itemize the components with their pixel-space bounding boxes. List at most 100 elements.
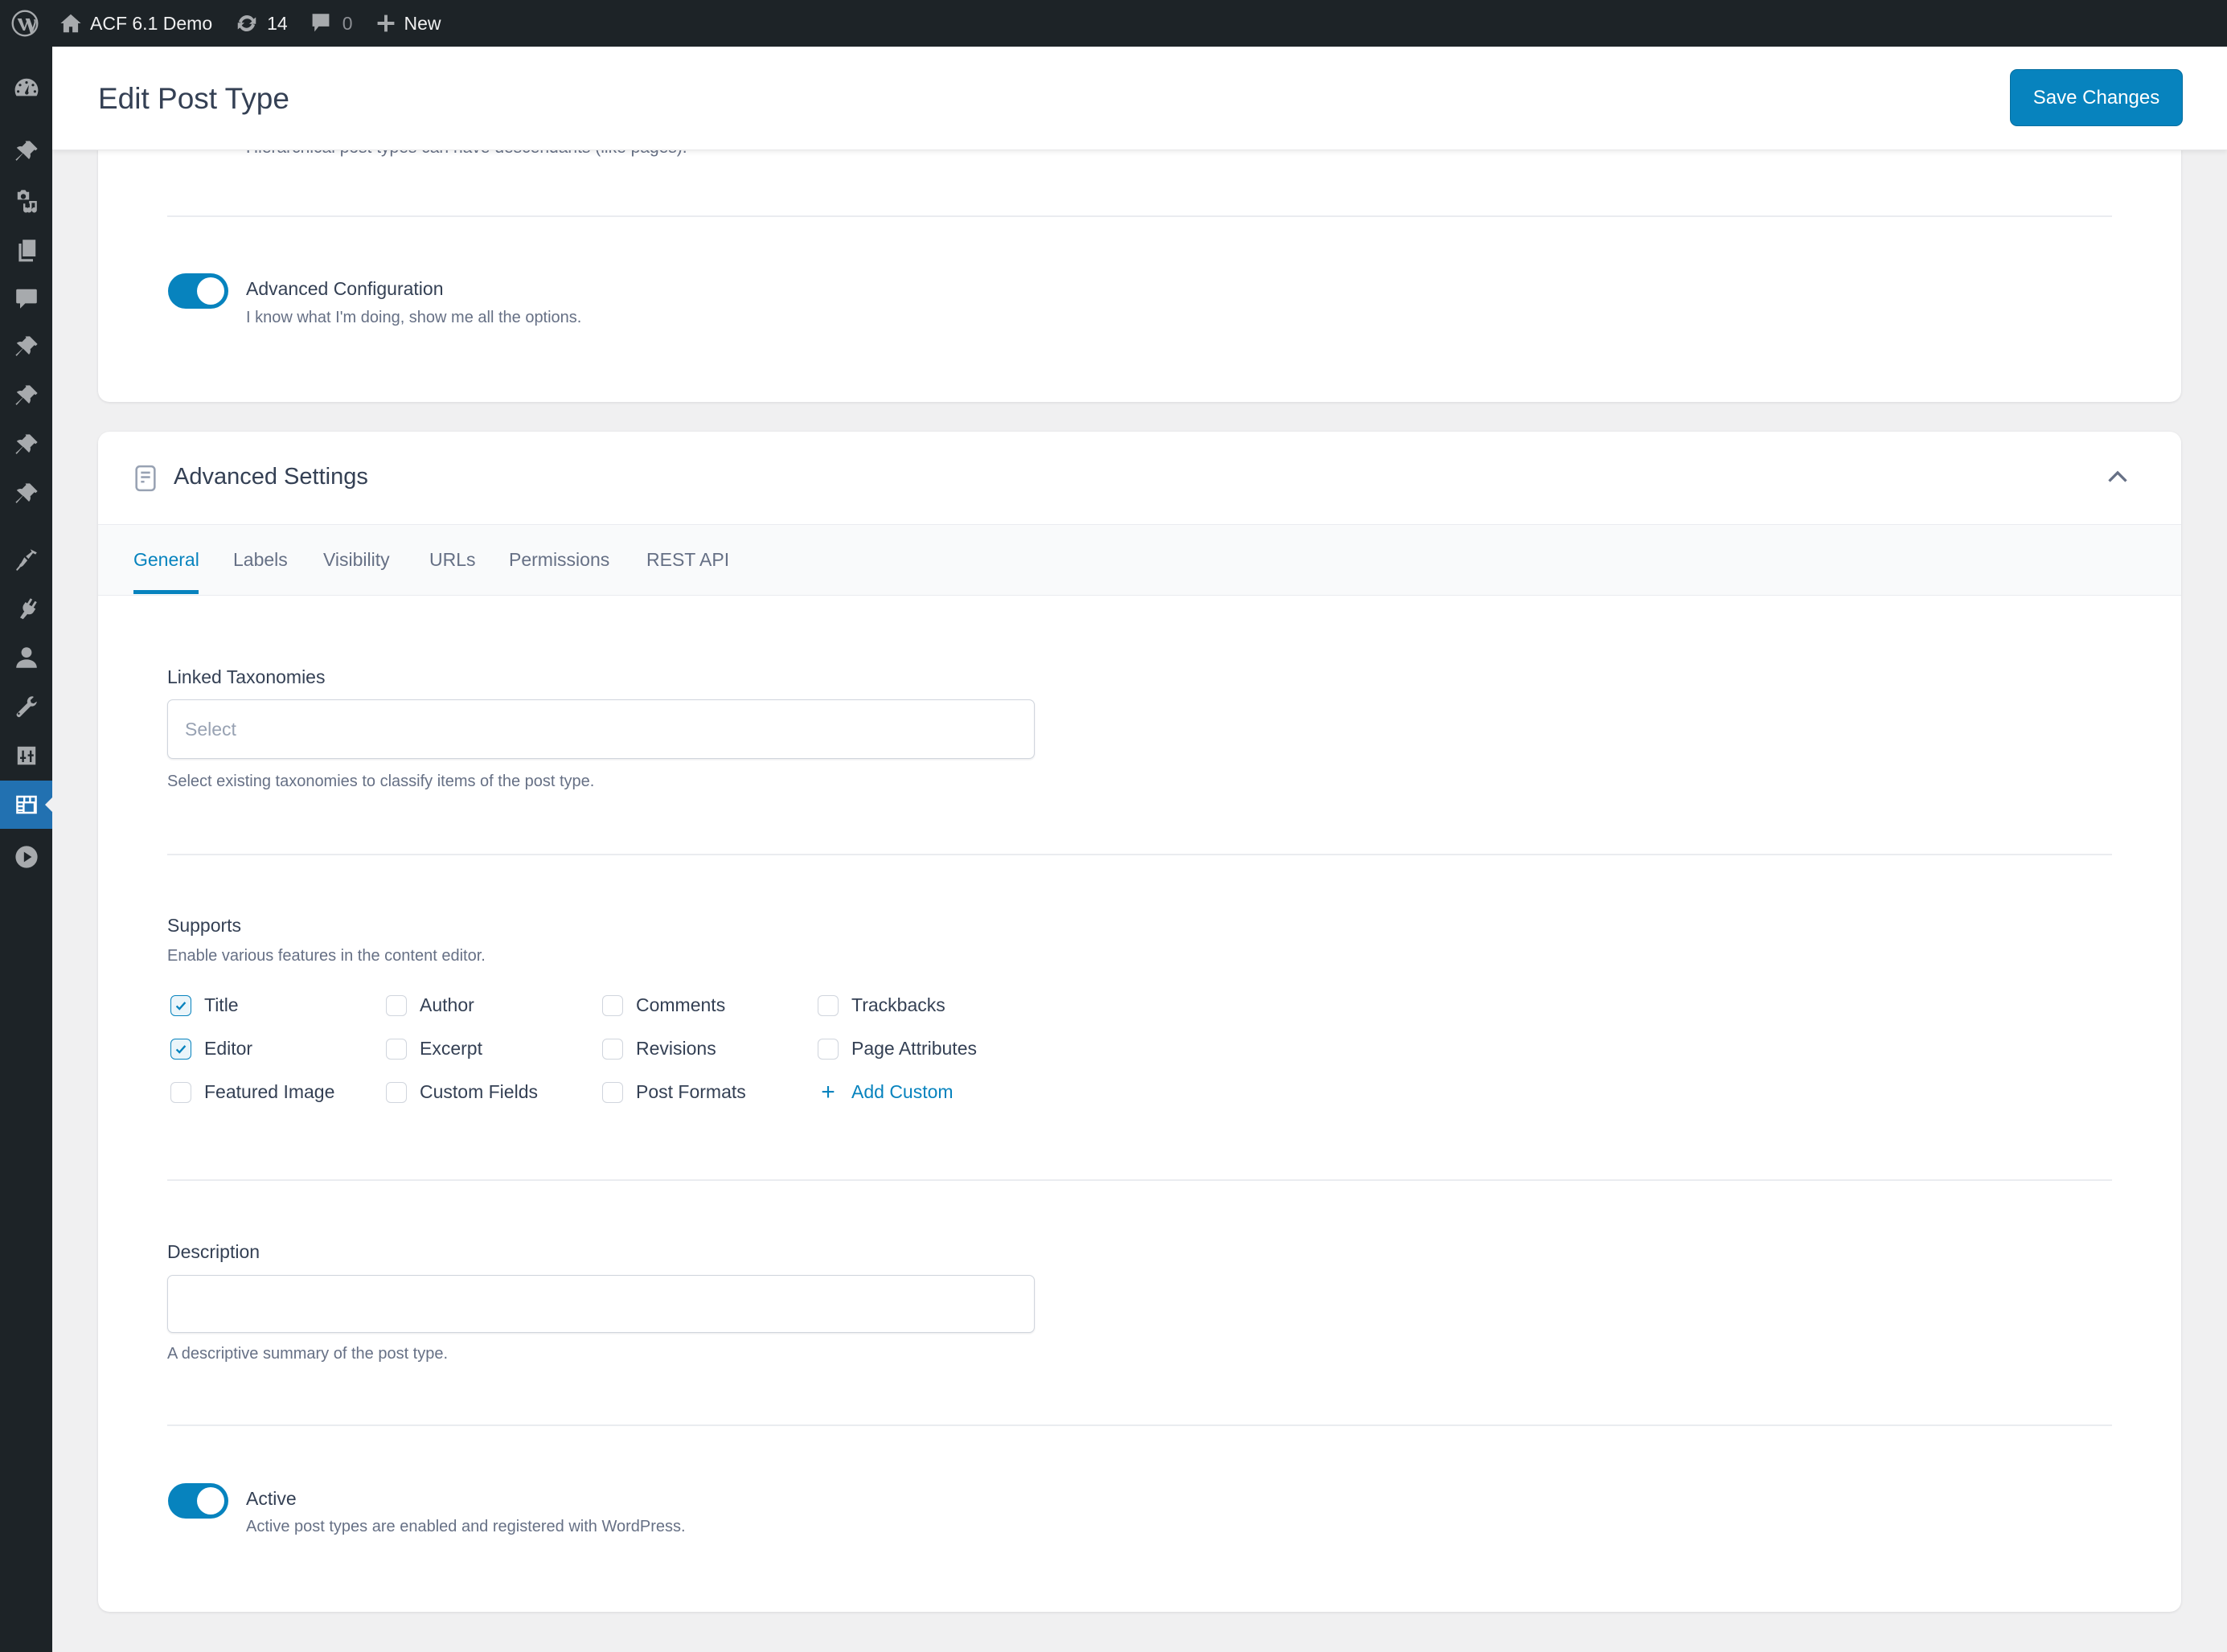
site-name-link[interactable]: ACF 6.1 Demo bbox=[48, 0, 224, 47]
wordpress-logo-button[interactable] bbox=[0, 0, 48, 47]
supports-checkbox-comments[interactable]: Comments bbox=[602, 994, 725, 1016]
add-custom-label: Add Custom bbox=[851, 1081, 954, 1102]
sidebar-item-settings[interactable] bbox=[0, 736, 52, 776]
checkbox-label: Excerpt bbox=[420, 1038, 482, 1059]
supports-checkbox-title[interactable]: Title bbox=[170, 994, 239, 1016]
checkbox[interactable] bbox=[818, 1038, 839, 1060]
new-content-link[interactable]: New bbox=[364, 0, 453, 47]
checkbox[interactable] bbox=[602, 1038, 623, 1060]
checkbox[interactable] bbox=[818, 994, 839, 1016]
toggle-knob bbox=[197, 1487, 224, 1515]
users-icon bbox=[15, 647, 37, 668]
sidebar-item-custom-post-3[interactable] bbox=[0, 425, 52, 465]
description-label: Description bbox=[167, 1241, 260, 1262]
sidebar-item-pages[interactable] bbox=[0, 230, 52, 270]
checkbox[interactable] bbox=[170, 994, 191, 1016]
tab-permissions[interactable]: Permissions bbox=[509, 549, 609, 571]
supports-checkbox-trackbacks[interactable]: Trackbacks bbox=[818, 994, 945, 1016]
checkbox-label: Page Attributes bbox=[851, 1038, 977, 1059]
sidebar-item-comments[interactable] bbox=[0, 278, 52, 318]
media-icon bbox=[17, 190, 37, 213]
new-label: New bbox=[404, 12, 441, 34]
checkmark-icon bbox=[175, 1044, 187, 1054]
linked-taxonomies-select[interactable] bbox=[167, 699, 1035, 759]
supports-help: Enable various features in the content e… bbox=[167, 947, 486, 965]
supports-checkbox-revisions[interactable]: Revisions bbox=[602, 1038, 716, 1060]
divider bbox=[167, 215, 2112, 217]
divider bbox=[167, 1179, 2112, 1181]
sidebar-item-plugins[interactable] bbox=[0, 588, 52, 629]
checkbox-label: Custom Fields bbox=[420, 1081, 538, 1102]
advanced-configuration-toggle[interactable] bbox=[168, 273, 228, 309]
wordpress-logo-icon bbox=[11, 10, 39, 37]
active-toggle[interactable] bbox=[168, 1483, 228, 1519]
add-custom-support-button[interactable]: + Add Custom bbox=[818, 1078, 954, 1105]
checkbox-label: Revisions bbox=[636, 1038, 716, 1059]
sidebar-item-acf[interactable] bbox=[0, 781, 52, 829]
acf-icon bbox=[15, 795, 37, 814]
checkbox[interactable] bbox=[602, 1081, 623, 1103]
supports-checkbox-featured-image[interactable]: Featured Image bbox=[170, 1081, 334, 1103]
supports-label: Supports bbox=[167, 915, 242, 936]
updates-link[interactable]: 14 bbox=[224, 0, 299, 47]
tab-visibility[interactable]: Visibility bbox=[323, 549, 390, 571]
divider bbox=[167, 854, 2112, 855]
chevron-up-icon[interactable] bbox=[2106, 465, 2130, 490]
sidebar-item-custom-post-2[interactable] bbox=[0, 376, 52, 416]
sidebar-item-users[interactable] bbox=[0, 637, 52, 678]
sidebar-item-posts[interactable] bbox=[0, 132, 52, 172]
comments-icon bbox=[15, 289, 37, 309]
sidebar-item-custom-post-1[interactable] bbox=[0, 327, 52, 367]
updates-icon bbox=[237, 14, 256, 32]
appearance-icon bbox=[15, 549, 37, 571]
updates-count: 14 bbox=[267, 12, 288, 34]
description-input[interactable] bbox=[167, 1275, 1035, 1333]
tab-labels[interactable]: Labels bbox=[233, 549, 288, 571]
comment-bubble-icon bbox=[312, 14, 330, 32]
sidebar-item-media-player[interactable] bbox=[0, 837, 52, 877]
sidebar-item-dashboard[interactable] bbox=[0, 68, 52, 108]
supports-checkbox-page-attributes[interactable]: Page Attributes bbox=[818, 1038, 977, 1060]
divider bbox=[167, 1424, 2112, 1426]
tab-general[interactable]: General bbox=[133, 549, 199, 571]
dashboard-icon bbox=[14, 78, 38, 96]
comments-link[interactable]: 0 bbox=[299, 0, 364, 47]
sidebar-item-appearance[interactable] bbox=[0, 539, 52, 580]
supports-checkbox-editor[interactable]: Editor bbox=[170, 1038, 252, 1060]
pages-icon bbox=[18, 240, 35, 262]
checkbox[interactable] bbox=[602, 994, 623, 1016]
checkbox[interactable] bbox=[170, 1081, 191, 1103]
active-title: Active bbox=[246, 1488, 297, 1509]
checkbox-label: Author bbox=[420, 994, 474, 1015]
plus-icon bbox=[377, 14, 394, 32]
tab-urls[interactable]: URLs bbox=[429, 549, 476, 571]
save-changes-button[interactable]: Save Changes bbox=[2010, 69, 2183, 126]
admin-sidebar bbox=[0, 47, 52, 1652]
plus-icon: + bbox=[821, 1078, 835, 1105]
checkbox[interactable] bbox=[386, 1038, 407, 1060]
document-icon bbox=[135, 465, 156, 492]
sidebar-item-custom-post-4[interactable] bbox=[0, 474, 52, 514]
sidebar-item-tools[interactable] bbox=[0, 687, 52, 727]
checkbox-label: Trackbacks bbox=[851, 994, 945, 1015]
advanced-settings-header[interactable]: Advanced Settings bbox=[98, 432, 2181, 524]
page-header: Edit Post Type Save Changes bbox=[52, 47, 2227, 150]
advanced-settings-title: Advanced Settings bbox=[174, 464, 368, 490]
supports-checkbox-author[interactable]: Author bbox=[386, 994, 474, 1016]
checkbox-label: Featured Image bbox=[204, 1081, 335, 1102]
checkbox-label: Title bbox=[204, 994, 239, 1015]
linked-taxonomies-label: Linked Taxonomies bbox=[167, 666, 326, 687]
supports-checkbox-post-formats[interactable]: Post Formats bbox=[602, 1081, 746, 1103]
supports-checkbox-custom-fields[interactable]: Custom Fields bbox=[386, 1081, 538, 1103]
tab-rest-api[interactable]: REST API bbox=[646, 549, 729, 571]
play-icon bbox=[14, 846, 38, 868]
checkbox[interactable] bbox=[170, 1038, 191, 1060]
checkbox[interactable] bbox=[386, 994, 407, 1016]
comments-count: 0 bbox=[342, 12, 353, 34]
settings-tabs: General Labels Visibility URLs Permissio… bbox=[98, 524, 2181, 596]
advanced-configuration-title: Advanced Configuration bbox=[246, 278, 444, 299]
checkbox[interactable] bbox=[386, 1081, 407, 1103]
sidebar-item-media[interactable] bbox=[0, 181, 52, 221]
supports-checkbox-excerpt[interactable]: Excerpt bbox=[386, 1038, 482, 1060]
pin-icon bbox=[14, 434, 38, 454]
